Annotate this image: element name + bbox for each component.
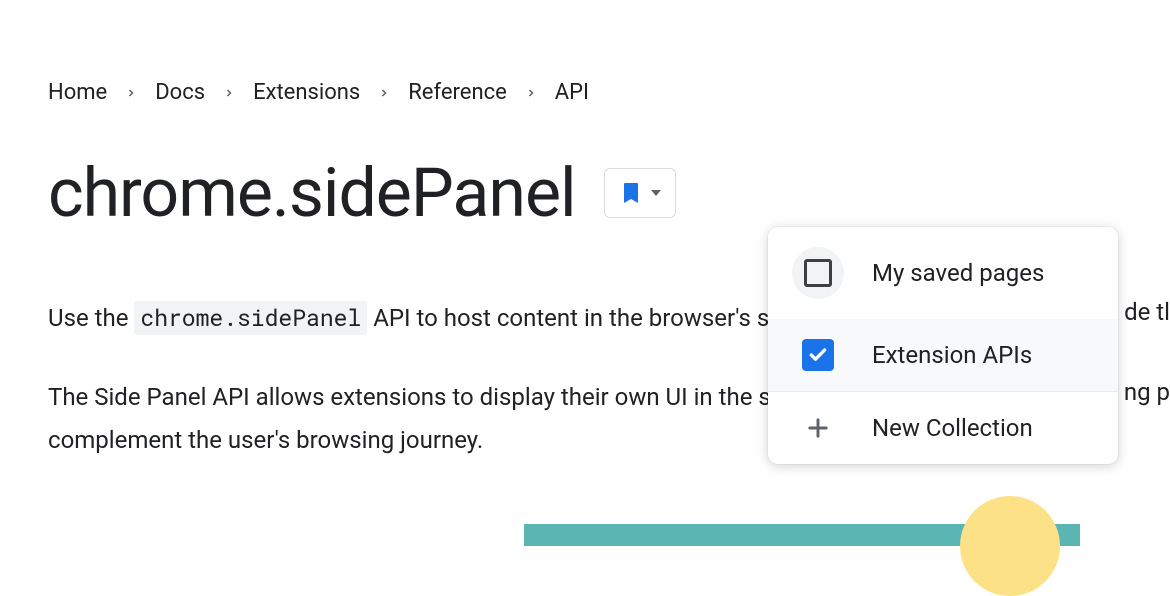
bookmark-dropdown-button[interactable]: [604, 168, 676, 218]
code-api-name: chrome.sidePanel: [134, 301, 367, 335]
chevron-right-icon: [223, 87, 235, 99]
bookmark-dropdown-menu: My saved pages Extension APIs New Collec…: [768, 227, 1118, 464]
breadcrumb-home[interactable]: Home: [48, 80, 107, 105]
caret-down-icon: [651, 190, 661, 196]
breadcrumb: Home Docs Extensions Reference API: [48, 80, 1170, 105]
dropdown-item-label: New Collection: [872, 414, 1033, 442]
dropdown-item-my-saved-pages[interactable]: My saved pages: [768, 227, 1118, 319]
checkbox-unchecked-icon: [792, 247, 844, 299]
breadcrumb-docs[interactable]: Docs: [155, 80, 205, 105]
decorative-circle: [960, 496, 1060, 596]
breadcrumb-reference[interactable]: Reference: [408, 80, 507, 105]
plus-icon: [802, 412, 834, 444]
dropdown-item-label: My saved pages: [872, 259, 1044, 287]
breadcrumb-extensions[interactable]: Extensions: [253, 80, 360, 105]
cutoff-text: ng p: [1124, 378, 1170, 406]
page-title: chrome.sidePanel: [48, 153, 576, 233]
dropdown-item-label: Extension APIs: [872, 341, 1032, 369]
dropdown-item-extension-apis[interactable]: Extension APIs: [768, 319, 1118, 391]
chevron-right-icon: [525, 87, 537, 99]
dropdown-item-new-collection[interactable]: New Collection: [768, 392, 1118, 464]
cutoff-text: de tl: [1124, 298, 1170, 326]
checkbox-checked-icon: [802, 339, 834, 371]
breadcrumb-api[interactable]: API: [555, 80, 589, 105]
chevron-right-icon: [378, 87, 390, 99]
bookmark-icon: [619, 179, 643, 207]
chevron-right-icon: [125, 87, 137, 99]
